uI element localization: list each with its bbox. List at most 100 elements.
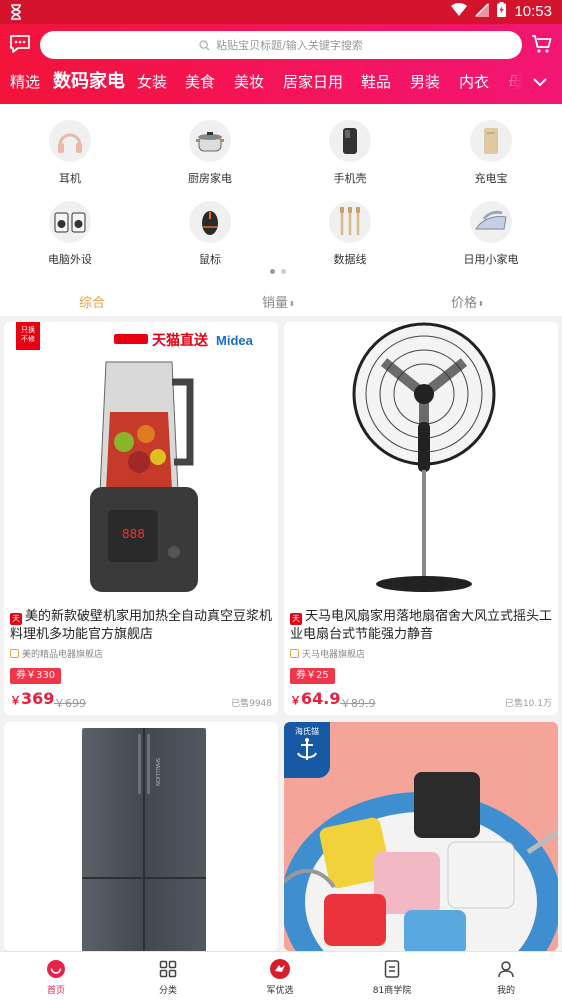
header: 10:53 粘贴宝贝标题/输入关键字搜索 精选 数码家电 女装 美食 美妆 居家… — [0, 0, 562, 104]
category-label: 手机壳 — [333, 172, 367, 185]
category-mouse[interactable]: 鼠标 — [160, 201, 260, 267]
carousel-dot-active — [270, 269, 275, 274]
category-label: 厨房家电 — [188, 172, 232, 185]
army-badge-icon — [240, 958, 320, 980]
product-image-blender: 只换 不修 天猫直送 Midea 888 — [4, 322, 278, 602]
nav-army-select[interactable]: 军优选 — [240, 958, 320, 996]
anchor-icon — [297, 738, 317, 760]
category-label: 日用小家电 — [463, 253, 519, 266]
tab-underwear[interactable]: 内衣 — [459, 64, 489, 100]
category-tabs: 精选 数码家电 女装 美食 美妆 居家日用 鞋品 男装 内衣 母 — [0, 64, 522, 100]
tab-featured[interactable]: 精选 — [10, 64, 40, 100]
cooking-pot-icon — [189, 120, 231, 162]
price: ￥64.9 — [290, 689, 341, 708]
product-title: 天美的新款破壁机家用加热全自动真空豆浆机料理机多功能官方旗舰店 — [10, 609, 273, 642]
sort-price[interactable]: 价格⬍ — [451, 292, 484, 311]
shop-name: 美的精品电器旗舰店 — [10, 647, 103, 660]
search-input[interactable]: 粘贴宝贝标题/输入关键字搜索 — [40, 31, 522, 59]
sold-count: 已售9948 — [231, 699, 272, 709]
product-card[interactable]: SHALLLION — [4, 722, 278, 951]
category-label: 数据线 — [333, 253, 367, 266]
power-bank-icon — [470, 120, 512, 162]
price: ￥369 — [10, 689, 55, 708]
category-data-cable[interactable]: 数据线 — [300, 201, 400, 267]
category-label: 电脑外设 — [48, 253, 92, 266]
sort-sales[interactable]: 销量⬍ — [262, 292, 295, 311]
grid-icon — [128, 958, 208, 980]
coupon-badge[interactable]: 券￥25 — [290, 668, 335, 684]
tab-shoes[interactable]: 鞋品 — [361, 64, 391, 100]
document-icon — [352, 958, 432, 980]
nav-category-label: 分类 — [158, 986, 177, 996]
category-label: 鼠标 — [199, 253, 221, 266]
cart-icon[interactable] — [531, 33, 553, 59]
category-phone-case[interactable]: 手机壳 — [300, 120, 400, 186]
phone-case-icon — [329, 120, 371, 162]
tab-digital-appliances[interactable]: 数码家电 — [53, 64, 125, 100]
category-headphones[interactable]: 耳机 — [20, 120, 120, 186]
category-kitchen-appliances[interactable]: 厨房家电 — [160, 120, 260, 186]
tmall-badge-icon: 天 — [10, 613, 22, 625]
battery-icon — [497, 2, 507, 21]
nav-profile[interactable]: 我的 — [466, 958, 546, 996]
shop-name: 天马电器旗舰店 — [290, 647, 365, 660]
shop-icon — [290, 649, 299, 658]
tmall-badge-icon: 天 — [290, 613, 302, 625]
sold-count: 已售10.1万 — [504, 699, 552, 709]
product-title: 天天马电风扇家用落地扇宿舍大风立式摇头工业电扇台式节能强力静音 — [290, 609, 553, 642]
tmall-banner: 天猫直送 Midea — [114, 330, 253, 350]
sort-bar: 综合 销量⬍ 价格⬍ — [0, 284, 562, 316]
user-icon — [466, 958, 546, 980]
nav-category[interactable]: 分类 — [128, 958, 208, 996]
category-pc-peripherals[interactable]: 电脑外设 — [20, 201, 120, 267]
category-label: 充电宝 — [474, 172, 508, 185]
nav-home-label: 首页 — [46, 986, 65, 996]
status-time: 10:53 — [514, 3, 552, 20]
carousel-dot — [281, 269, 286, 274]
bottom-nav: 首页 分类 军优选 81商学院 我的 — [0, 951, 562, 1000]
product-image-power-strip — [284, 772, 558, 951]
carousel-dots — [270, 269, 286, 274]
original-price: ￥699 — [54, 697, 86, 710]
home-smile-icon — [16, 958, 96, 980]
sort-arrows-icon: ⬍ — [289, 300, 295, 308]
iron-icon — [470, 201, 512, 243]
nav-academy[interactable]: 81商学院 — [352, 958, 432, 996]
chevron-down-icon[interactable] — [528, 70, 552, 94]
mouse-icon — [189, 201, 231, 243]
tab-beauty[interactable]: 美妆 — [234, 64, 264, 100]
fridge-brand-text: SHALLLION — [154, 758, 160, 786]
brand-logo: Midea — [216, 332, 253, 348]
category-power-bank[interactable]: 充电宝 — [441, 120, 541, 186]
search-icon — [199, 36, 210, 55]
message-icon[interactable] — [9, 34, 31, 58]
tab-womens-clothing[interactable]: 女装 — [137, 64, 167, 100]
search-placeholder: 粘贴宝贝标题/输入关键字搜索 — [216, 39, 363, 52]
coupon-badge[interactable]: 券￥330 — [10, 668, 62, 684]
wifi-icon — [451, 2, 468, 21]
fan-illustration — [352, 322, 496, 592]
product-card[interactable]: 海氏锚 — [284, 722, 558, 951]
sort-sales-label: 销量 — [262, 296, 289, 311]
tab-home-daily[interactable]: 居家日用 — [283, 64, 343, 100]
nav-profile-label: 我的 — [496, 986, 515, 996]
cable-icon — [329, 201, 371, 243]
tab-food[interactable]: 美食 — [185, 64, 215, 100]
tabs-fade — [492, 64, 522, 100]
category-small-appliances[interactable]: 日用小家电 — [441, 201, 541, 267]
blender-illustration: 888 — [90, 361, 198, 592]
product-card[interactable]: 只换 不修 天猫直送 Midea 888 天美的新款破壁机家用加热全自动真空豆浆机… — [4, 322, 278, 715]
category-label: 耳机 — [59, 172, 81, 185]
corner-tag: 只换 不修 — [16, 322, 40, 350]
svg-text:888: 888 — [122, 527, 145, 541]
tmall-icon — [114, 331, 148, 350]
sort-price-label: 价格 — [451, 296, 478, 311]
product-image-fan — [284, 322, 558, 602]
product-card[interactable]: 天天马电风扇家用落地扇宿舍大风立式摇头工业电扇台式节能强力静音 天马电器旗舰店 … — [284, 322, 558, 715]
hourglass-icon — [10, 4, 22, 24]
sort-comprehensive[interactable]: 综合 — [79, 292, 105, 311]
nav-home[interactable]: 首页 — [16, 958, 96, 996]
status-bar: 10:53 — [0, 0, 562, 24]
tab-mens-clothing[interactable]: 男装 — [410, 64, 440, 100]
speakers-icon — [49, 201, 91, 243]
